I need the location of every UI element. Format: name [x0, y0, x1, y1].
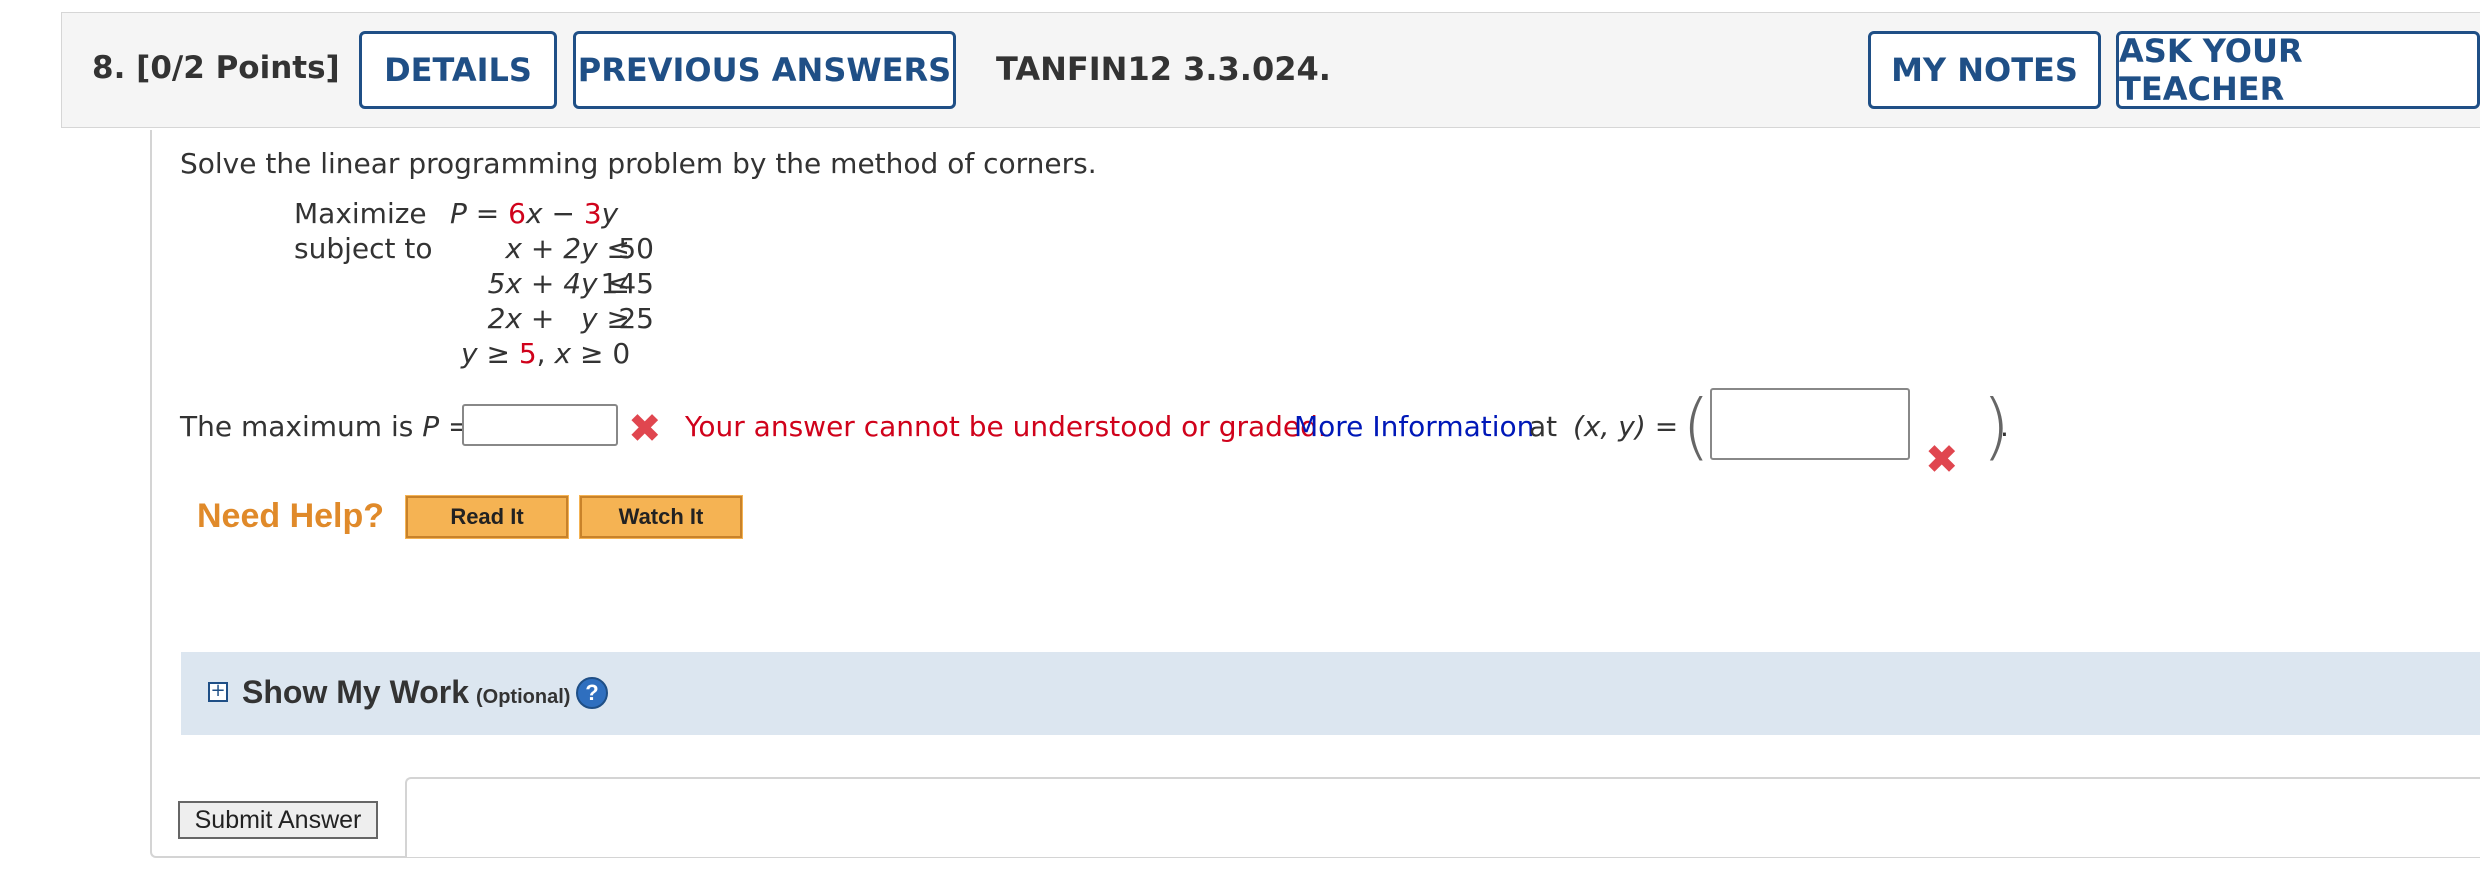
constraint-4: y ≥ 5, x ≥ 0	[461, 337, 631, 370]
question-id: TANFIN12 3.3.024.	[996, 50, 1331, 88]
objective-function: P = 6x − 3y	[450, 197, 619, 230]
submit-answer-button[interactable]: Submit Answer	[178, 801, 378, 839]
period: .	[2000, 410, 2009, 443]
subject-to-label: subject to	[294, 232, 433, 265]
error-message: Your answer cannot be understood or grad…	[685, 410, 1327, 443]
more-information-link[interactable]: More Information	[1294, 410, 1534, 443]
constraint-3-rhs: 25	[618, 302, 654, 335]
xy-input[interactable]	[1710, 388, 1910, 460]
previous-answers-button[interactable]: PREVIOUS ANSWERS	[573, 31, 956, 109]
open-paren: (	[1682, 384, 1711, 468]
help-question-icon[interactable]: ?	[576, 677, 608, 709]
points-badge: [0/2 Points]	[136, 50, 340, 86]
answer-prompt: The maximum is P =	[180, 410, 472, 443]
question-number: 8.	[92, 50, 126, 86]
constraint-1-rhs: 50	[618, 232, 654, 265]
watch-it-button[interactable]: Watch It	[579, 495, 743, 539]
maximize-label: Maximize	[294, 197, 427, 230]
my-notes-button[interactable]: MY NOTES	[1868, 31, 2101, 109]
details-button[interactable]: DETAILS	[359, 31, 557, 109]
constraint-2-rhs: 145	[600, 267, 654, 300]
max-p-input[interactable]	[462, 404, 618, 446]
problem-instruction: Solve the linear programming problem by …	[180, 147, 1097, 180]
incorrect-x-icon: ✖	[628, 406, 662, 452]
xy-label: (x, y) =	[1573, 410, 1679, 443]
question-label: 8. [0/2 Points]	[92, 50, 340, 86]
incorrect-x-icon: ✖	[1925, 437, 1959, 483]
content-divider	[405, 777, 2480, 857]
show-my-work-title[interactable]: Show My Work	[242, 674, 469, 711]
need-help-label: Need Help?	[197, 497, 385, 535]
at-label: at	[1529, 410, 1558, 443]
ask-your-teacher-button[interactable]: ASK YOUR TEACHER	[2116, 31, 2480, 109]
read-it-button[interactable]: Read It	[405, 495, 569, 539]
optional-label: (Optional)	[476, 686, 571, 708]
expand-plus-icon[interactable]: +	[208, 682, 228, 702]
